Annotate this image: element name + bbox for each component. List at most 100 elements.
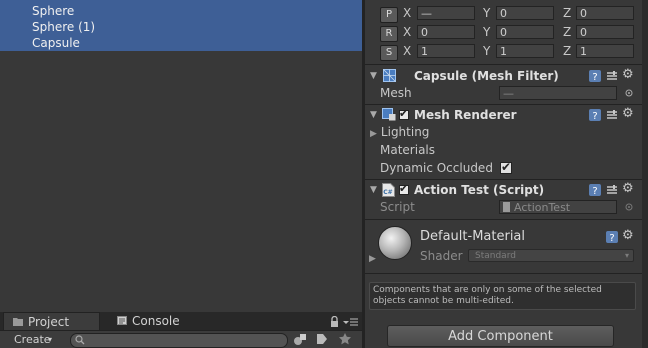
rotation-z-field[interactable]: 0	[576, 25, 634, 39]
hierarchy-item-label: Sphere (1)	[32, 20, 96, 34]
foldout-arrow-icon[interactable]: ▼	[370, 105, 377, 125]
mesh-filter-icon	[383, 69, 396, 82]
preset-icon[interactable]	[606, 184, 618, 196]
hierarchy-item-sphere-1[interactable]: Sphere (1)	[0, 19, 362, 35]
svg-text:?: ?	[592, 111, 597, 121]
position-x-field[interactable]: —	[417, 6, 475, 20]
script-value: ActionTest	[514, 201, 571, 214]
create-button[interactable]: Create ▾	[4, 332, 60, 347]
help-icon[interactable]: ?	[589, 184, 601, 196]
tab-label: Console	[132, 314, 180, 328]
mesh-field[interactable]: —	[499, 86, 617, 100]
svg-text:?: ?	[592, 186, 597, 196]
axis-label-y: Y	[483, 25, 491, 39]
panel-menu-icon[interactable]	[343, 318, 358, 327]
multi-edit-notice: Components that are only on some of the …	[369, 282, 636, 310]
search-icon	[75, 335, 85, 345]
scale-y-field[interactable]: 1	[496, 44, 554, 58]
hierarchy-item-label: Capsule	[32, 36, 80, 50]
help-icon[interactable]: ?	[589, 70, 601, 82]
hierarchy-panel: Sphere Sphere (1) Capsule	[0, 0, 362, 312]
foldout-arrow-icon[interactable]: ▼	[370, 66, 377, 86]
foldout-arrow-icon: ▶	[370, 129, 377, 139]
hierarchy-item-label: Sphere	[32, 4, 75, 18]
scale-button[interactable]: S	[380, 45, 398, 61]
lighting-foldout[interactable]: ▶ Lighting	[370, 124, 429, 142]
settings-gear-icon[interactable]: ⚙	[622, 67, 634, 82]
material-name: Default-Material	[420, 229, 526, 244]
tab-console[interactable]: Console	[108, 312, 208, 330]
favorites-star-icon[interactable]	[339, 333, 351, 345]
script-file-icon	[503, 202, 510, 212]
axis-label-x: X	[403, 25, 412, 39]
preset-icon[interactable]	[606, 109, 618, 121]
rotation-button[interactable]: R	[380, 26, 398, 42]
create-label: Create	[14, 333, 51, 346]
filter-by-type-icon[interactable]	[293, 333, 307, 346]
script-label: Script	[380, 200, 415, 214]
shader-value: Standard	[475, 251, 516, 261]
hierarchy-item-sphere[interactable]: Sphere	[0, 3, 362, 19]
axis-label-z: Z	[563, 44, 572, 58]
mesh-renderer-icon	[382, 108, 396, 121]
rotation-x-field[interactable]: 0	[417, 25, 475, 39]
checkmark-icon: ✔	[399, 107, 409, 120]
tab-label: Project	[28, 315, 70, 329]
axis-label-z: Z	[563, 25, 572, 39]
bottom-tab-bar: Project Console	[0, 312, 362, 330]
checkmark-icon: ✔	[399, 182, 409, 195]
material-preview-sphere	[378, 226, 412, 260]
help-icon[interactable]: ?	[606, 231, 618, 243]
lighting-label: Lighting	[380, 125, 430, 139]
scale-z-field[interactable]: 1	[576, 44, 634, 58]
rotation-button-label: R	[385, 28, 393, 39]
svg-text:?: ?	[609, 233, 614, 243]
lock-icon[interactable]	[330, 316, 339, 327]
tab-project[interactable]: Project	[3, 312, 100, 330]
dynamic-occluded-label: Dynamic Occluded	[380, 161, 493, 175]
axis-label-x: X	[403, 6, 412, 20]
position-button[interactable]: P	[380, 7, 398, 23]
position-button-label: P	[385, 9, 393, 20]
svg-text:C#: C#	[383, 189, 392, 196]
component-title: Capsule (Mesh Filter)	[414, 69, 559, 83]
dropdown-arrow-icon: ▾	[48, 335, 53, 344]
component-divider	[365, 219, 642, 220]
preset-icon[interactable]	[606, 70, 618, 82]
help-icon[interactable]: ?	[589, 109, 601, 121]
rotation-y-field[interactable]: 0	[496, 25, 554, 39]
component-divider	[365, 64, 642, 65]
axis-label-x: X	[403, 44, 412, 58]
position-y-field[interactable]: 0	[496, 6, 554, 20]
checkmark-icon: ✔	[501, 160, 512, 174]
axis-label-y: Y	[483, 44, 491, 58]
scale-x-field[interactable]: 1	[417, 44, 475, 58]
axis-label-y: Y	[483, 6, 491, 20]
add-component-button[interactable]: Add Component	[387, 325, 614, 347]
foldout-arrow-icon[interactable]: ▼	[370, 180, 377, 200]
settings-gear-icon[interactable]: ⚙	[622, 228, 634, 243]
folder-icon	[13, 318, 23, 326]
materials-label: Materials	[380, 143, 436, 157]
foldout-arrow-icon[interactable]: ▶	[369, 254, 376, 264]
position-z-field[interactable]: 0	[576, 6, 634, 20]
shader-label: Shader	[420, 249, 463, 263]
dropdown-arrow-icon: ▾	[624, 251, 629, 260]
svg-text:?: ?	[592, 72, 597, 82]
object-picker-icon	[625, 203, 633, 211]
hierarchy-item-capsule[interactable]: Capsule	[0, 35, 362, 51]
component-title: Mesh Renderer	[414, 108, 517, 122]
settings-gear-icon[interactable]: ⚙	[622, 181, 634, 196]
project-toolbar: Create ▾	[0, 330, 362, 348]
search-input[interactable]	[70, 333, 288, 348]
shader-dropdown: Standard ▾	[468, 249, 634, 262]
object-picker-icon[interactable]	[625, 89, 633, 97]
component-title: Action Test (Script)	[414, 183, 545, 197]
inspector-scrollbar[interactable]	[642, 0, 648, 348]
script-icon: C#	[382, 183, 395, 197]
settings-gear-icon[interactable]: ⚙	[622, 106, 634, 121]
add-component-label: Add Component	[448, 329, 553, 344]
component-divider	[365, 273, 642, 274]
script-field: ActionTest	[499, 200, 617, 214]
filter-by-label-icon[interactable]	[316, 333, 328, 346]
